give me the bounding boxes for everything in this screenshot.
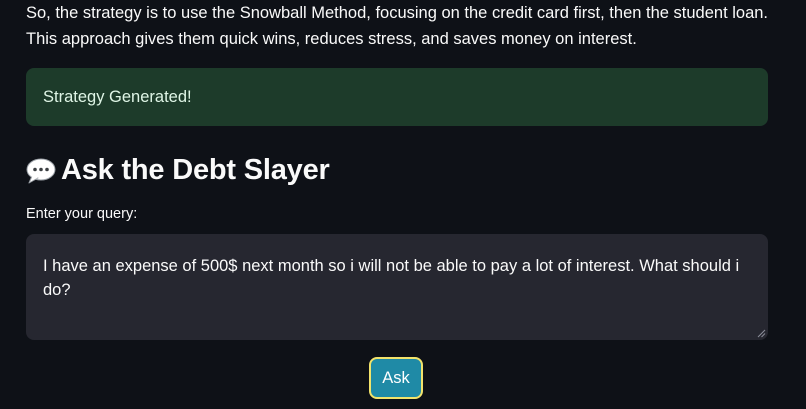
app-page: So, the strategy is to use the Snowball … [0,0,806,409]
section-heading: Ask the Debt Slayer [26,148,330,192]
strategy-text: So, the strategy is to use the Snowball … [26,0,786,52]
query-label: Enter your query: [26,206,138,222]
section-title: Ask the Debt Slayer [61,153,330,186]
success-alert: Strategy Generated! [26,68,768,126]
strategy-line-2: This approach gives them quick wins, red… [26,30,637,48]
success-alert-text: Strategy Generated! [43,87,192,106]
resize-handle-icon[interactable] [757,329,766,338]
speech-bubble-icon [26,158,56,184]
strategy-line-1: So, the strategy is to use the Snowball … [26,4,769,22]
ask-button[interactable]: Ask [369,357,423,399]
query-textarea[interactable]: I have an expense of 500$ next month so … [26,234,768,340]
